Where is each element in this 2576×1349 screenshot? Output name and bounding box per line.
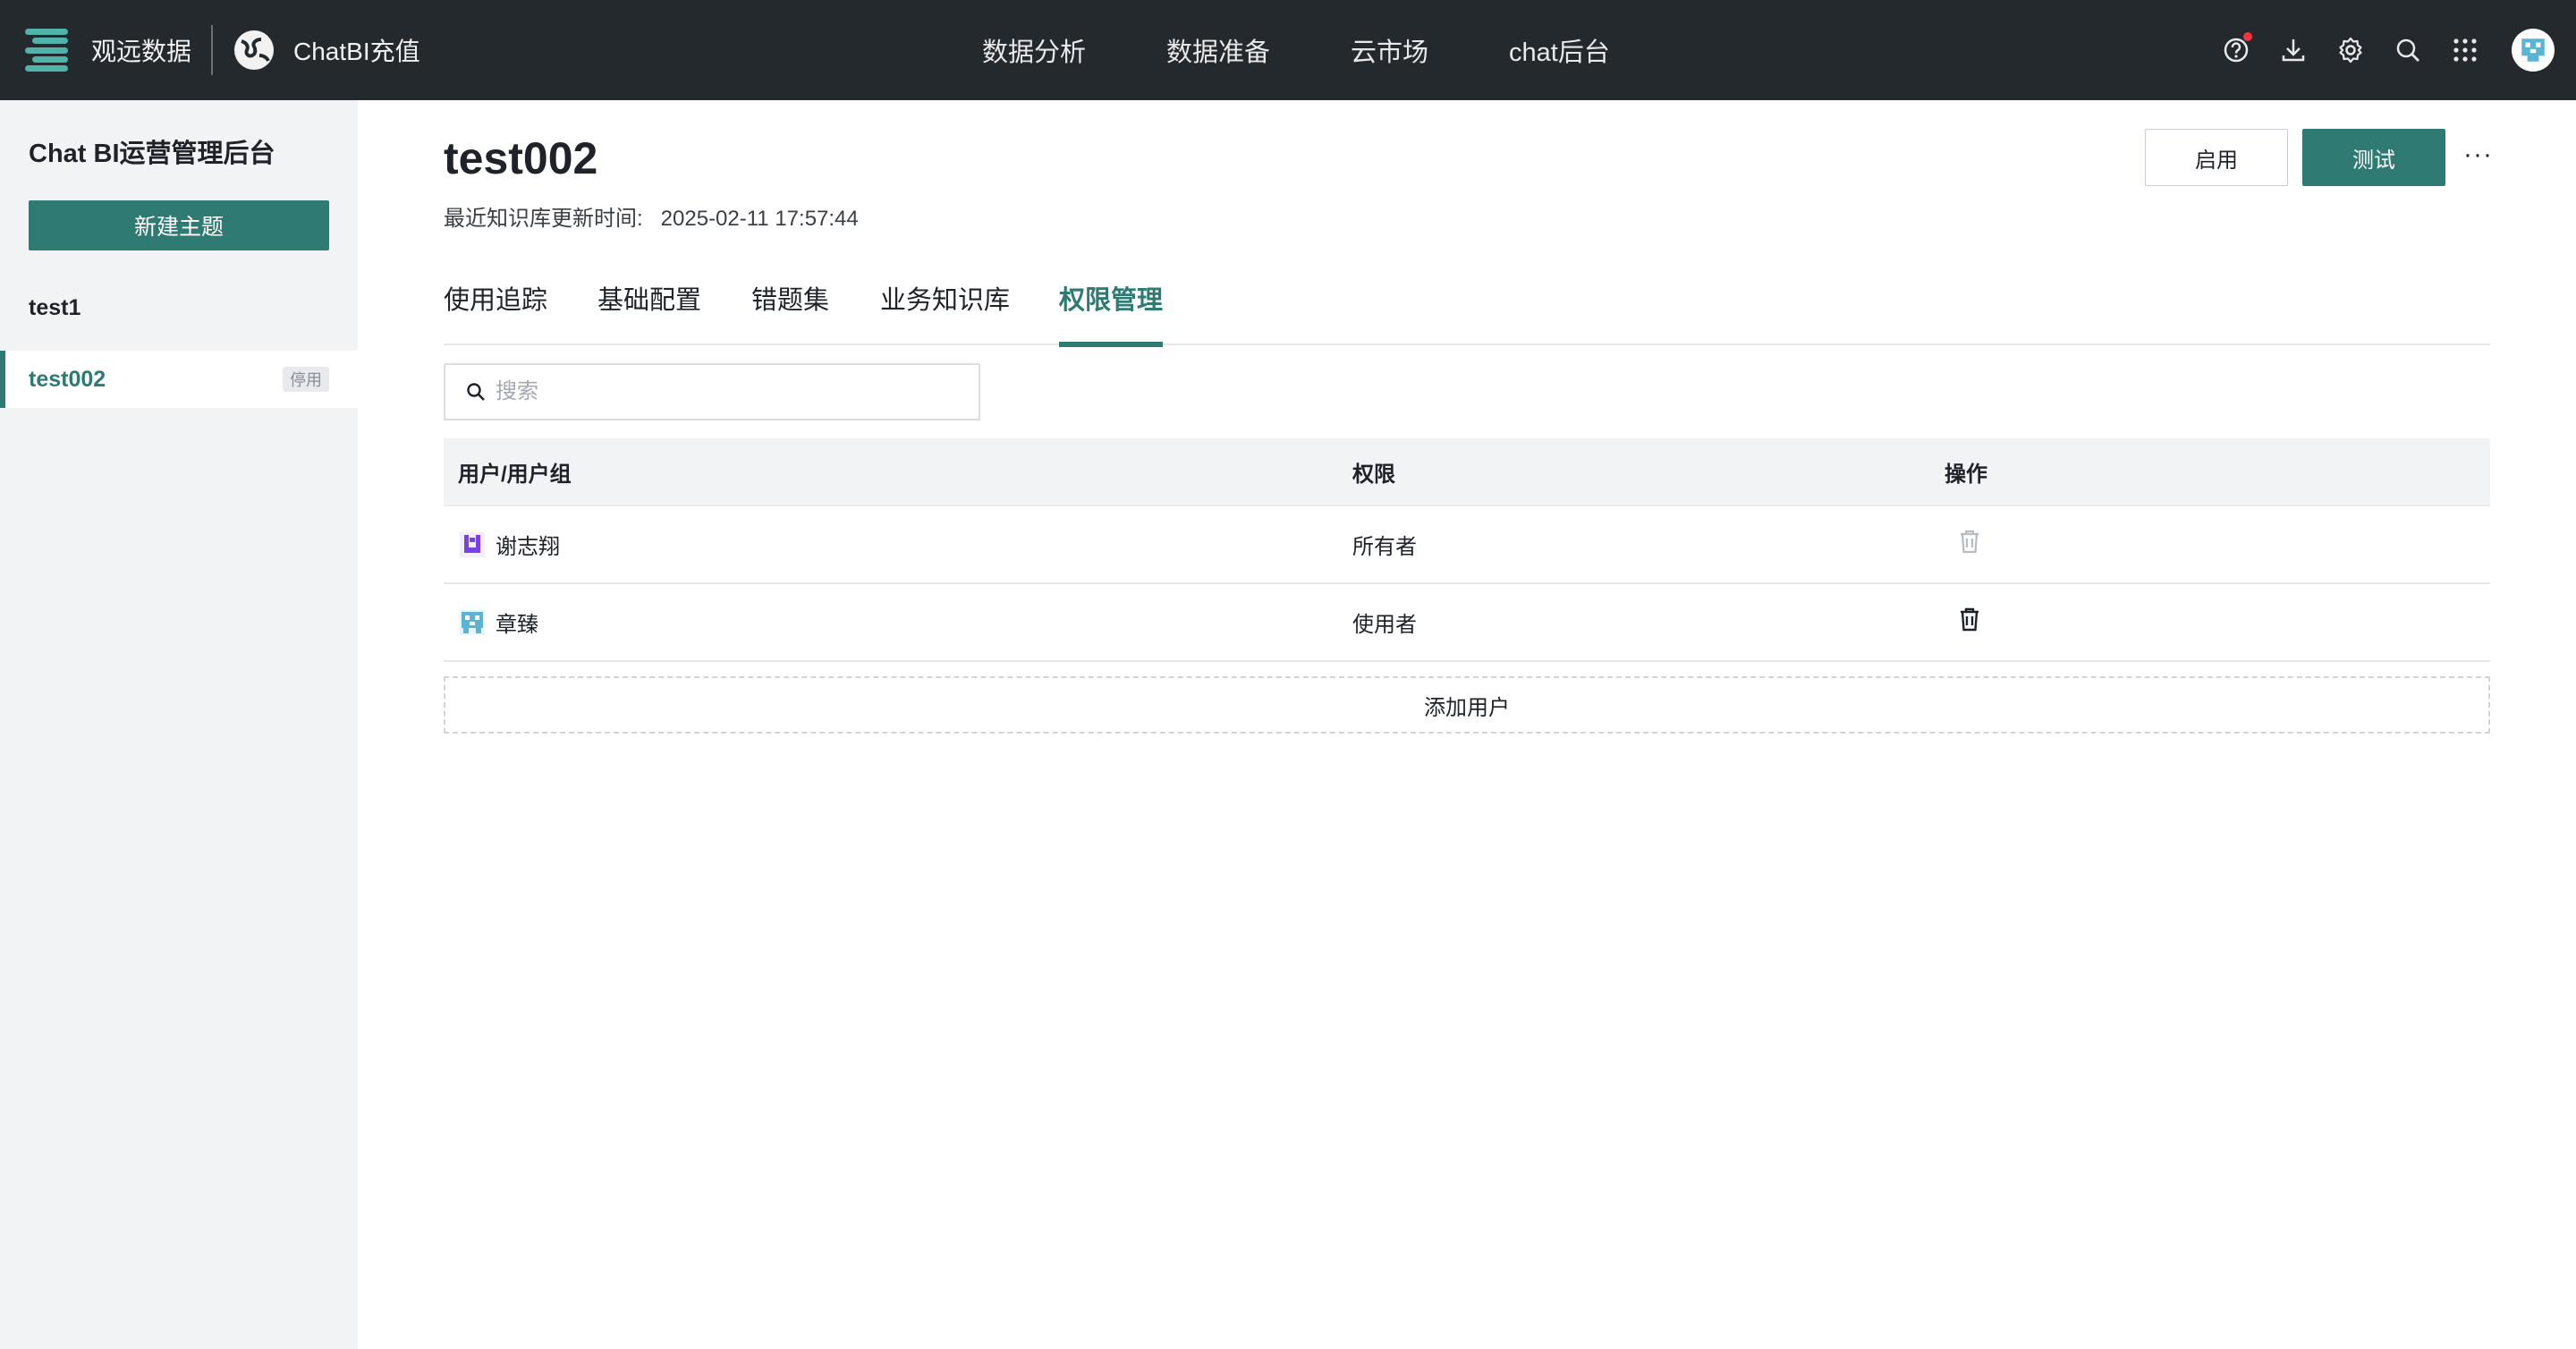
toolbar [2195, 0, 2555, 100]
update-time-line: 最近知识库更新时间: 2025-02-11 17:57:44 [444, 200, 859, 232]
search-icon[interactable] [2392, 34, 2424, 66]
update-time-label: 最近知识库更新时间: [444, 207, 643, 231]
user-name: 谢志翔 [496, 535, 560, 559]
nav-data-analysis[interactable]: 数据分析 [982, 31, 1086, 69]
search-box[interactable] [444, 363, 980, 420]
sidebar-item-label: test002 [29, 366, 106, 392]
delete-icon[interactable] [1957, 606, 1982, 632]
user-cell: 谢志翔 [444, 529, 1352, 560]
hamburger-menu-icon[interactable] [21, 25, 68, 75]
table-row: 章臻 使用者 [444, 584, 2490, 662]
sidebar: Chat BI运营管理后台 新建主题 test1 test002 停用 [0, 100, 358, 1349]
sidebar-title: Chat BI运营管理后台 [29, 140, 275, 168]
tab-permission-management[interactable]: 权限管理 [1059, 279, 1164, 347]
delete-icon-disabled [1961, 530, 1979, 554]
tab-basic-config[interactable]: 基础配置 [597, 279, 701, 345]
actions-cell [1945, 528, 2490, 561]
permission-table: 用户/用户组 权限 操作 谢志翔 所有者 章臻 使用者 [444, 438, 2490, 662]
status-badge: 停用 [283, 367, 329, 392]
top-navigation-bar: 观远数据 ChatBI充值 数据分析 数据准备 云市场 chat后台 [0, 0, 2576, 100]
company-name: 观远数据 [91, 38, 192, 65]
sidebar-item-test1[interactable]: test1 [0, 279, 358, 336]
tab-knowledge-base[interactable]: 业务知识库 [880, 279, 1010, 345]
brand-divider [211, 25, 214, 75]
apps-grid-icon[interactable] [2449, 34, 2481, 66]
update-time-value: 2025-02-11 17:57:44 [660, 207, 859, 231]
brand: 观远数据 ChatBI充值 [0, 0, 420, 100]
user-cell: 章臻 [444, 607, 1352, 638]
main-content: test002 最近知识库更新时间: 2025-02-11 17:57:44 启用… [358, 100, 2576, 1349]
enable-button[interactable]: 启用 [2145, 129, 2288, 186]
user-name: 章臻 [496, 613, 538, 637]
tab-usage-tracking[interactable]: 使用追踪 [444, 279, 547, 345]
tab-bar: 使用追踪 基础配置 错题集 业务知识库 权限管理 [444, 279, 2490, 347]
tab-error-set[interactable]: 错题集 [751, 279, 829, 345]
download-icon[interactable] [2277, 34, 2309, 66]
sidebar-item-label: test1 [29, 294, 81, 320]
test-button[interactable]: 测试 [2302, 129, 2445, 186]
add-user-button[interactable]: 添加用户 [444, 676, 2490, 734]
user-avatar-icon [458, 530, 487, 559]
help-icon[interactable] [2220, 32, 2252, 66]
notification-dot [2243, 32, 2252, 41]
page-title: test002 [444, 133, 598, 183]
nav-cloud-market[interactable]: 云市场 [1351, 31, 1428, 69]
settings-icon[interactable] [2334, 34, 2367, 66]
search-icon [467, 383, 485, 401]
permission-cell: 使用者 [1352, 613, 1417, 637]
permission-cell: 所有者 [1352, 535, 1417, 559]
column-header-permission: 权限 [1352, 462, 1395, 487]
search-input[interactable] [496, 379, 961, 404]
more-options-button[interactable]: ··· [2463, 140, 2493, 170]
app-name[interactable]: ChatBI充值 [293, 32, 420, 68]
new-topic-button[interactable]: 新建主题 [29, 200, 329, 250]
user-avatar-icon [458, 608, 487, 637]
table-header: 用户/用户组 权限 操作 [444, 438, 2490, 506]
nav-chat-admin[interactable]: chat后台 [1509, 31, 1610, 69]
column-header-user: 用户/用户组 [458, 462, 572, 487]
actions-cell [1945, 606, 2490, 639]
sidebar-item-test002[interactable]: test002 停用 [0, 351, 358, 408]
nav-data-prep[interactable]: 数据准备 [1166, 31, 1270, 69]
globe-icon [234, 30, 275, 70]
main-nav: 数据分析 数据准备 云市场 chat后台 [982, 0, 1610, 100]
table-row: 谢志翔 所有者 [444, 506, 2490, 584]
user-avatar[interactable] [2512, 29, 2555, 72]
column-header-actions: 操作 [1945, 462, 1987, 487]
